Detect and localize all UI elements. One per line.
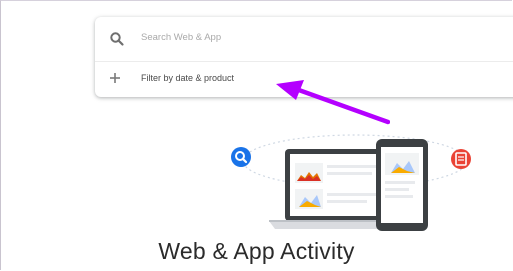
- annotation-arrow-icon: [276, 80, 390, 125]
- plus-icon[interactable]: [108, 71, 122, 85]
- search-icon[interactable]: [109, 31, 125, 47]
- activity-illustration: [231, 134, 471, 231]
- page-title: Web & App Activity: [158, 238, 355, 264]
- search-row[interactable]: Search Web & App: [95, 17, 513, 62]
- filter-by-date-product-link[interactable]: Filter by date & product: [141, 73, 234, 83]
- search-input[interactable]: Search Web & App: [141, 32, 221, 43]
